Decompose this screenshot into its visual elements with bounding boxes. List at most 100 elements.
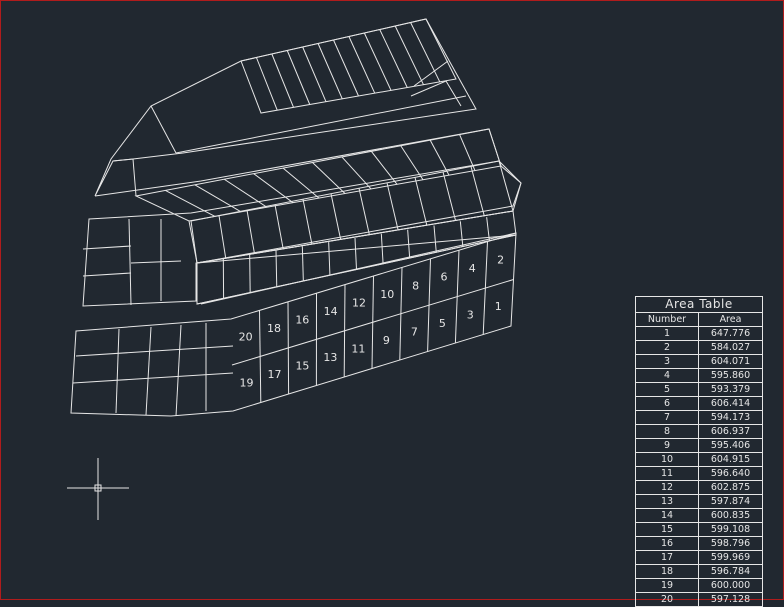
cell-number: 9	[636, 439, 699, 452]
lot-boundary	[176, 325, 181, 416]
cell-number: 16	[636, 537, 699, 550]
lot-boundary	[364, 33, 391, 90]
lot-boundary	[116, 329, 119, 413]
table-row: 9595.406	[636, 439, 762, 453]
lot-boundary	[443, 172, 456, 221]
table-row: 1647.776	[636, 327, 762, 341]
lot-boundary	[151, 106, 176, 153]
lot-number-label: 12	[352, 296, 366, 309]
cell-area: 598.796	[699, 537, 762, 550]
cell-area: 600.835	[699, 509, 762, 522]
lot-number-label: 20	[239, 331, 253, 344]
table-row: 10604.915	[636, 453, 762, 467]
lot-boundary	[331, 194, 341, 240]
lot-boundary	[260, 310, 261, 402]
table-row: 4595.860	[636, 369, 762, 383]
lot-number-label: 13	[323, 351, 337, 364]
lot-boundary	[197, 211, 516, 304]
lot-boundary	[408, 230, 410, 258]
lot-boundary	[371, 151, 397, 184]
cell-number: 6	[636, 397, 699, 410]
cell-area: 595.406	[699, 439, 762, 452]
cell-area: 596.640	[699, 467, 762, 480]
cell-number: 2	[636, 341, 699, 354]
drawing-viewport[interactable]: 2143658710912111413161518172019 Area Tab…	[0, 0, 784, 600]
lot-number-label: 18	[267, 322, 281, 335]
cell-area: 604.071	[699, 355, 762, 368]
lot-number-label: 15	[295, 360, 309, 373]
cell-area: 606.414	[699, 397, 762, 410]
lot-boundary	[288, 302, 289, 394]
table-row: 7594.173	[636, 411, 762, 425]
cell-area: 604.915	[699, 453, 762, 466]
lot-number-label: 2	[497, 254, 504, 267]
lot-boundary	[460, 221, 463, 246]
lot-boundary	[73, 373, 233, 383]
cell-number: 4	[636, 369, 699, 382]
lot-boundary	[176, 96, 466, 153]
table-row: 3604.071	[636, 355, 762, 369]
lot-boundary	[349, 37, 375, 94]
lot-number-label: 6	[440, 271, 447, 284]
cell-area: 599.108	[699, 523, 762, 536]
cell-area: 593.379	[699, 383, 762, 396]
cell-area: 594.173	[699, 411, 762, 424]
lot-boundary	[95, 129, 521, 263]
lot-boundary	[387, 183, 398, 230]
lot-boundary	[303, 199, 312, 244]
lot-boundary	[247, 210, 254, 253]
lot-number-label: 11	[351, 343, 365, 356]
lot-boundary	[136, 129, 501, 221]
lot-boundary	[329, 242, 330, 275]
crosshair-icon	[67, 458, 129, 520]
lot-boundary	[287, 51, 310, 105]
table-row: 6606.414	[636, 397, 762, 411]
lot-boundary	[381, 234, 383, 264]
cell-number: 5	[636, 383, 699, 396]
lot-boundary	[256, 58, 277, 111]
cell-number: 1	[636, 327, 699, 340]
header-area: Area	[699, 313, 762, 326]
lot-boundary	[275, 205, 283, 249]
cell-number: 10	[636, 453, 699, 466]
cell-number: 3	[636, 355, 699, 368]
cell-number: 13	[636, 495, 699, 508]
lot-boundary	[434, 226, 436, 253]
cell-area: 596.784	[699, 565, 762, 578]
lot-number-label: 7	[411, 326, 418, 339]
lot-boundary	[302, 246, 303, 281]
cell-area: 584.027	[699, 341, 762, 354]
cell-number: 14	[636, 509, 699, 522]
lot-boundary	[83, 246, 131, 249]
table-row: 14600.835	[636, 509, 762, 523]
lot-boundary	[83, 161, 521, 306]
lot-boundary	[415, 177, 427, 225]
cell-area: 606.937	[699, 425, 762, 438]
lot-number-label: 17	[267, 368, 281, 381]
table-row: 16598.796	[636, 537, 762, 551]
lot-boundary	[355, 238, 357, 270]
lot-number-label: 8	[412, 279, 419, 292]
cell-area: 647.776	[699, 327, 762, 340]
cell-number: 18	[636, 565, 699, 578]
lot-boundary	[411, 23, 440, 82]
lot-number-label: 16	[295, 314, 309, 327]
table-row: 11596.640	[636, 467, 762, 481]
table-row: 13597.874	[636, 495, 762, 509]
lot-number-label: 10	[380, 288, 394, 301]
lot-boundary	[395, 26, 423, 85]
lot-number-label: 14	[324, 305, 338, 318]
lot-number-label: 19	[239, 377, 253, 390]
lot-boundary	[359, 188, 369, 234]
cell-number: 15	[636, 523, 699, 536]
cell-area: 600.000	[699, 579, 762, 592]
lot-boundary	[165, 190, 215, 216]
lot-boundary	[129, 219, 131, 305]
area-table-title: Area Table	[636, 297, 762, 313]
lot-boundary	[146, 327, 151, 415]
lot-boundary	[283, 168, 319, 198]
cell-number: 11	[636, 467, 699, 480]
lot-boundary	[224, 179, 267, 207]
table-row: 2584.027	[636, 341, 762, 355]
lot-boundary	[380, 30, 408, 88]
